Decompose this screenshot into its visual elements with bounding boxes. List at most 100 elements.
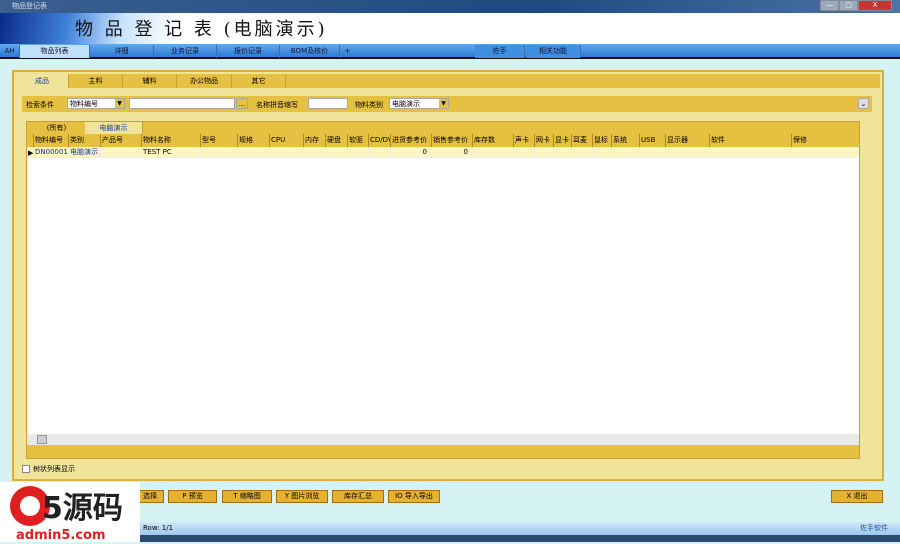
table-cell[interactable]: [347, 147, 368, 157]
nav-related[interactable]: 相关功能: [526, 45, 581, 58]
select-button[interactable]: 选择: [136, 490, 164, 503]
chevron-down-icon[interactable]: ▼: [439, 99, 448, 108]
nav-ah[interactable]: AH: [0, 45, 20, 58]
preview-button[interactable]: P 预览: [168, 490, 217, 503]
column-header[interactable]: 显示器: [665, 134, 709, 147]
category-select[interactable]: 电脑演示 ▼: [389, 98, 449, 109]
table-cell[interactable]: [200, 147, 237, 157]
tree-view-toggle[interactable]: 树状列表显示: [22, 464, 75, 474]
table-cell[interactable]: [100, 147, 141, 157]
row-count: Row: 1/1: [143, 524, 174, 532]
column-header[interactable]: 软驱: [347, 134, 368, 147]
column-header[interactable]: CD/DVD: [368, 134, 390, 147]
search-cond-select[interactable]: 物料编号 ▼: [67, 98, 125, 109]
nav-business[interactable]: 业务记录: [154, 45, 217, 58]
table-cell[interactable]: 0: [431, 147, 472, 157]
grid-tab-all[interactable]: (所有): [29, 122, 84, 134]
grid-footer: [27, 445, 859, 458]
table-cell[interactable]: DN00001: [33, 147, 68, 157]
tab-aux-material[interactable]: 辅料: [123, 74, 177, 88]
column-header[interactable]: 系统: [611, 134, 639, 147]
table-cell[interactable]: [368, 147, 390, 157]
tab-main-material[interactable]: 主料: [69, 74, 123, 88]
table-cell[interactable]: [237, 147, 269, 157]
column-header[interactable]: 物料编号: [33, 134, 68, 147]
table-cell[interactable]: 电脑演示: [68, 147, 100, 157]
table-cell[interactable]: [513, 147, 534, 157]
maximize-button[interactable]: □: [839, 0, 858, 11]
nav-helper[interactable]: 佐手: [475, 45, 525, 58]
column-header[interactable]: 耳麦: [571, 134, 592, 147]
svg-text:5源码: 5源码: [42, 491, 123, 526]
scroll-thumb[interactable]: [37, 435, 47, 444]
main-panel: 成品 主料 辅料 办公物品 其它 检索条件 物料编号 ▼ ... 名称拼音缩写 物…: [12, 70, 884, 481]
column-header[interactable]: 鼠标: [592, 134, 611, 147]
table-cell[interactable]: [269, 147, 303, 157]
table-cell[interactable]: [592, 147, 611, 157]
close-button[interactable]: X: [858, 0, 892, 11]
thumbnail-button[interactable]: T 缩略图: [222, 490, 272, 503]
column-header[interactable]: CPU: [269, 134, 303, 147]
tab-other[interactable]: 其它: [232, 74, 286, 88]
grid-header: 物料编号类别产品号物料名称型号规格CPU内存硬盘软驱CD/DVD进货参考价销售参…: [27, 134, 859, 147]
browse-button[interactable]: ...: [236, 98, 248, 109]
table-cell[interactable]: [709, 147, 791, 157]
column-header[interactable]: 硬盘: [325, 134, 347, 147]
nav-item-list[interactable]: 物品列表: [20, 45, 90, 58]
title-bar: 物品登记表: [0, 0, 900, 13]
tree-checkbox[interactable]: [22, 465, 30, 473]
column-header[interactable]: 产品号: [100, 134, 141, 147]
expand-chevron-icon[interactable]: ⌄: [858, 98, 869, 109]
chevron-down-icon[interactable]: ▼: [115, 99, 124, 108]
table-cell[interactable]: [791, 147, 858, 157]
import-export-button[interactable]: IO 导入导出: [388, 490, 440, 503]
table-cell[interactable]: [571, 147, 592, 157]
table-cell[interactable]: [553, 147, 571, 157]
table-cell[interactable]: 0: [390, 147, 431, 157]
nav-quote[interactable]: 报价记录: [217, 45, 280, 58]
grid-tab-computer[interactable]: 电脑演示: [85, 122, 143, 134]
column-header[interactable]: 进货参考价: [390, 134, 431, 147]
category-value: 电脑演示: [392, 100, 420, 108]
table-cell[interactable]: [611, 147, 639, 157]
table-row[interactable]: DN00001 电脑演示 TEST PC 0 0: [27, 147, 859, 158]
table-cell[interactable]: [639, 147, 665, 157]
table-cell[interactable]: [325, 147, 347, 157]
nav-bom[interactable]: BOM及核价: [280, 45, 340, 58]
pinyin-input[interactable]: [308, 98, 348, 109]
exit-button[interactable]: X 退出: [831, 490, 883, 503]
column-header[interactable]: 规格: [237, 134, 269, 147]
minimize-button[interactable]: —: [820, 0, 839, 11]
table-cell[interactable]: TEST PC: [141, 147, 200, 157]
tab-office[interactable]: 办公物品: [177, 74, 232, 88]
column-header[interactable]: 保修: [791, 134, 858, 147]
horizontal-scrollbar[interactable]: [27, 434, 859, 445]
column-header[interactable]: 显卡: [553, 134, 571, 147]
column-header[interactable]: 内存: [303, 134, 325, 147]
window-controls: — □ X: [820, 0, 892, 11]
table-cell[interactable]: [303, 147, 325, 157]
column-header[interactable]: 软件: [709, 134, 791, 147]
search-bar: 检索条件 物料编号 ▼ ... 名称拼音缩写 物料类别 电脑演示 ▼ ⌄: [22, 96, 872, 112]
column-header[interactable]: USB: [639, 134, 665, 147]
image-browse-button[interactable]: Y 图片浏览: [276, 490, 328, 503]
column-header[interactable]: 库存数: [472, 134, 513, 147]
column-header[interactable]: 物料名称: [141, 134, 200, 147]
table-cell[interactable]: [665, 147, 709, 157]
grid-tabs: (所有) 电脑演示: [27, 122, 859, 134]
column-header[interactable]: 型号: [200, 134, 237, 147]
search-cond-label: 检索条件: [26, 101, 54, 109]
column-header[interactable]: 类别: [68, 134, 100, 147]
nav-detail[interactable]: 详细: [90, 45, 154, 58]
stock-summary-button[interactable]: 库存汇总: [332, 490, 384, 503]
nav-add[interactable]: +: [340, 45, 355, 58]
column-header[interactable]: 声卡: [513, 134, 534, 147]
column-header[interactable]: 销售参考价: [431, 134, 472, 147]
watermark-logo: 5源码 admin5.com: [0, 482, 140, 543]
data-grid: (所有) 电脑演示 物料编号 类别 产品号 物料名称 型号 规格 CPU 内存 硬盘 软驱 CD/D…: [26, 121, 860, 459]
tab-finished[interactable]: 成品: [16, 74, 69, 88]
table-cell[interactable]: [534, 147, 553, 157]
search-input[interactable]: [129, 98, 235, 109]
column-header[interactable]: 网卡: [534, 134, 553, 147]
table-cell[interactable]: [472, 147, 513, 157]
